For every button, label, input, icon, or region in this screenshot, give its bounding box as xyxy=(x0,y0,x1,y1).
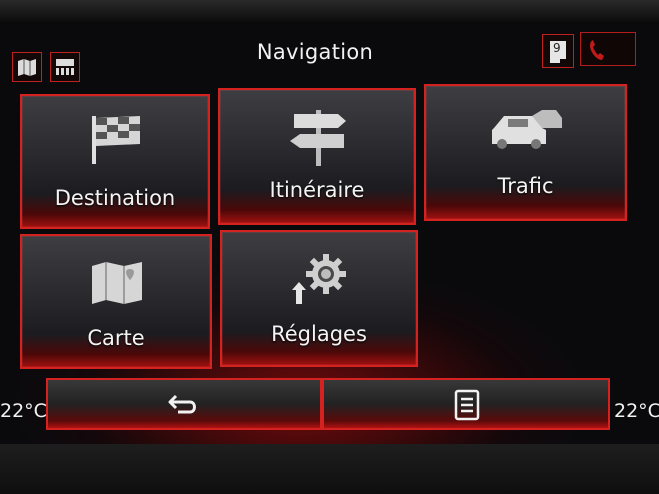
trafic-tile[interactable]: Trafic xyxy=(424,84,627,221)
carte-label: Carte xyxy=(87,326,145,350)
audio-source-button[interactable] xyxy=(50,52,80,82)
phone-button[interactable] xyxy=(580,32,636,66)
header-bar: Navigation 9 xyxy=(0,22,659,92)
screen-bezel-top xyxy=(0,0,659,22)
audio-station-icon xyxy=(56,59,74,75)
carte-tile[interactable]: Carte xyxy=(20,234,212,369)
map-shortcut-button[interactable] xyxy=(12,52,42,82)
back-button[interactable] xyxy=(46,378,322,430)
itineraire-label: Itinéraire xyxy=(269,178,365,202)
map-icon xyxy=(18,59,36,76)
reglages-label: Réglages xyxy=(271,322,367,346)
checkered-flag-icon xyxy=(92,116,140,164)
settings-gear-icon xyxy=(292,254,346,304)
navigation-screen: Navigation 9 Destination Itinéraire Traf… xyxy=(0,22,659,444)
screen-bezel-bottom xyxy=(0,444,659,494)
map-icon xyxy=(92,262,142,304)
destination-label: Destination xyxy=(54,186,176,210)
page-title: Navigation xyxy=(256,40,374,64)
destination-tile[interactable]: Destination xyxy=(20,94,210,229)
temperature-right: 22°C xyxy=(614,400,659,422)
phone-icon xyxy=(590,40,604,60)
list-menu-icon xyxy=(454,389,480,421)
signpost-icon xyxy=(290,110,346,166)
message-count: 9 xyxy=(553,41,561,55)
back-arrow-icon xyxy=(168,394,196,414)
trafic-label: Trafic xyxy=(497,174,554,198)
menu-button[interactable] xyxy=(322,378,610,430)
messages-button[interactable]: 9 xyxy=(542,34,574,68)
itineraire-tile[interactable]: Itinéraire xyxy=(218,88,416,225)
reglages-tile[interactable]: Réglages xyxy=(220,230,418,367)
traffic-cars-icon xyxy=(492,110,562,149)
temperature-left: 22°C xyxy=(0,400,47,422)
